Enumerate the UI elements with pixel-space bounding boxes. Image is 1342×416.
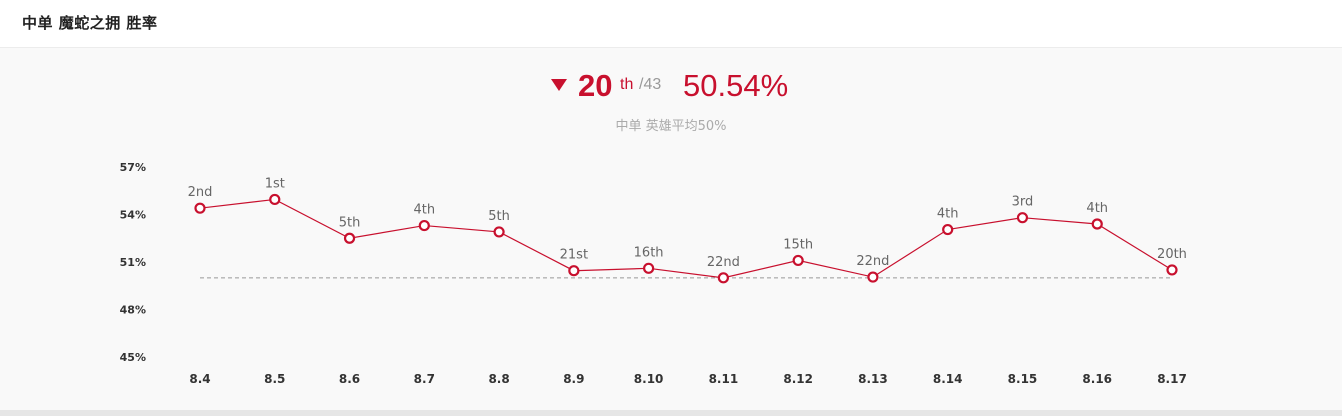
x-tick-label: 8.16 [1082, 372, 1112, 386]
y-tick-label: 45% [120, 351, 146, 364]
x-tick-label: 8.10 [634, 372, 664, 386]
data-label: 5th [339, 215, 361, 230]
data-label: 22nd [856, 254, 889, 269]
data-point [717, 272, 729, 284]
data-point [269, 193, 281, 206]
data-point [1091, 218, 1103, 230]
data-label: 22nd [707, 255, 740, 270]
data-label: 16th [634, 245, 664, 260]
x-tick-label: 8.15 [1008, 372, 1038, 386]
data-point [792, 254, 804, 267]
data-label: 3rd [1012, 195, 1034, 210]
data-point [343, 232, 356, 244]
data-label: 4th [937, 207, 959, 222]
y-tick-label: 54% [120, 209, 146, 222]
x-tick-label: 8.4 [189, 372, 210, 386]
x-tick-label: 8.17 [1157, 372, 1187, 386]
data-label: 21st [560, 248, 588, 263]
data-label: 20th [1157, 247, 1187, 262]
win-rate-page: 中单 魔蛇之拥 胜率 20 th /43 50.54% 中单 英雄平均50% 4… [0, 0, 1342, 416]
data-label: 1st [265, 176, 285, 191]
x-tick-label: 8.5 [264, 372, 285, 386]
x-tick-label: 8.6 [339, 372, 360, 386]
x-tick-label: 8.9 [563, 372, 584, 386]
data-point [942, 223, 954, 236]
x-tick-label: 8.14 [933, 372, 963, 386]
data-point [493, 226, 505, 238]
data-label: 15th [783, 237, 813, 252]
y-tick-label: 57% [120, 161, 146, 174]
data-point [1166, 264, 1178, 276]
win-rate-line-chart: 45% 48% 51% 54% 57% 8.4 8.5 8.6 8.7 8.8 8.9 8.10 8.1… [120, 161, 1187, 386]
data-label: 2nd [188, 185, 213, 200]
data-label: 4th [414, 203, 436, 218]
data-point [1016, 212, 1029, 224]
y-tick-label: 51% [120, 256, 146, 269]
data-label: 4th [1086, 201, 1108, 216]
data-point [194, 202, 206, 214]
data-point [643, 262, 655, 274]
data-point [867, 271, 879, 283]
x-tick-label: 8.8 [488, 372, 509, 386]
x-tick-label: 8.13 [858, 372, 888, 386]
x-tick-label: 8.12 [783, 372, 813, 386]
x-tick-label: 8.7 [414, 372, 435, 386]
x-tick-label: 8.11 [709, 372, 739, 386]
data-label: 5th [488, 209, 510, 224]
data-point [418, 219, 430, 232]
data-point [568, 265, 580, 277]
y-tick-label: 48% [120, 304, 146, 317]
